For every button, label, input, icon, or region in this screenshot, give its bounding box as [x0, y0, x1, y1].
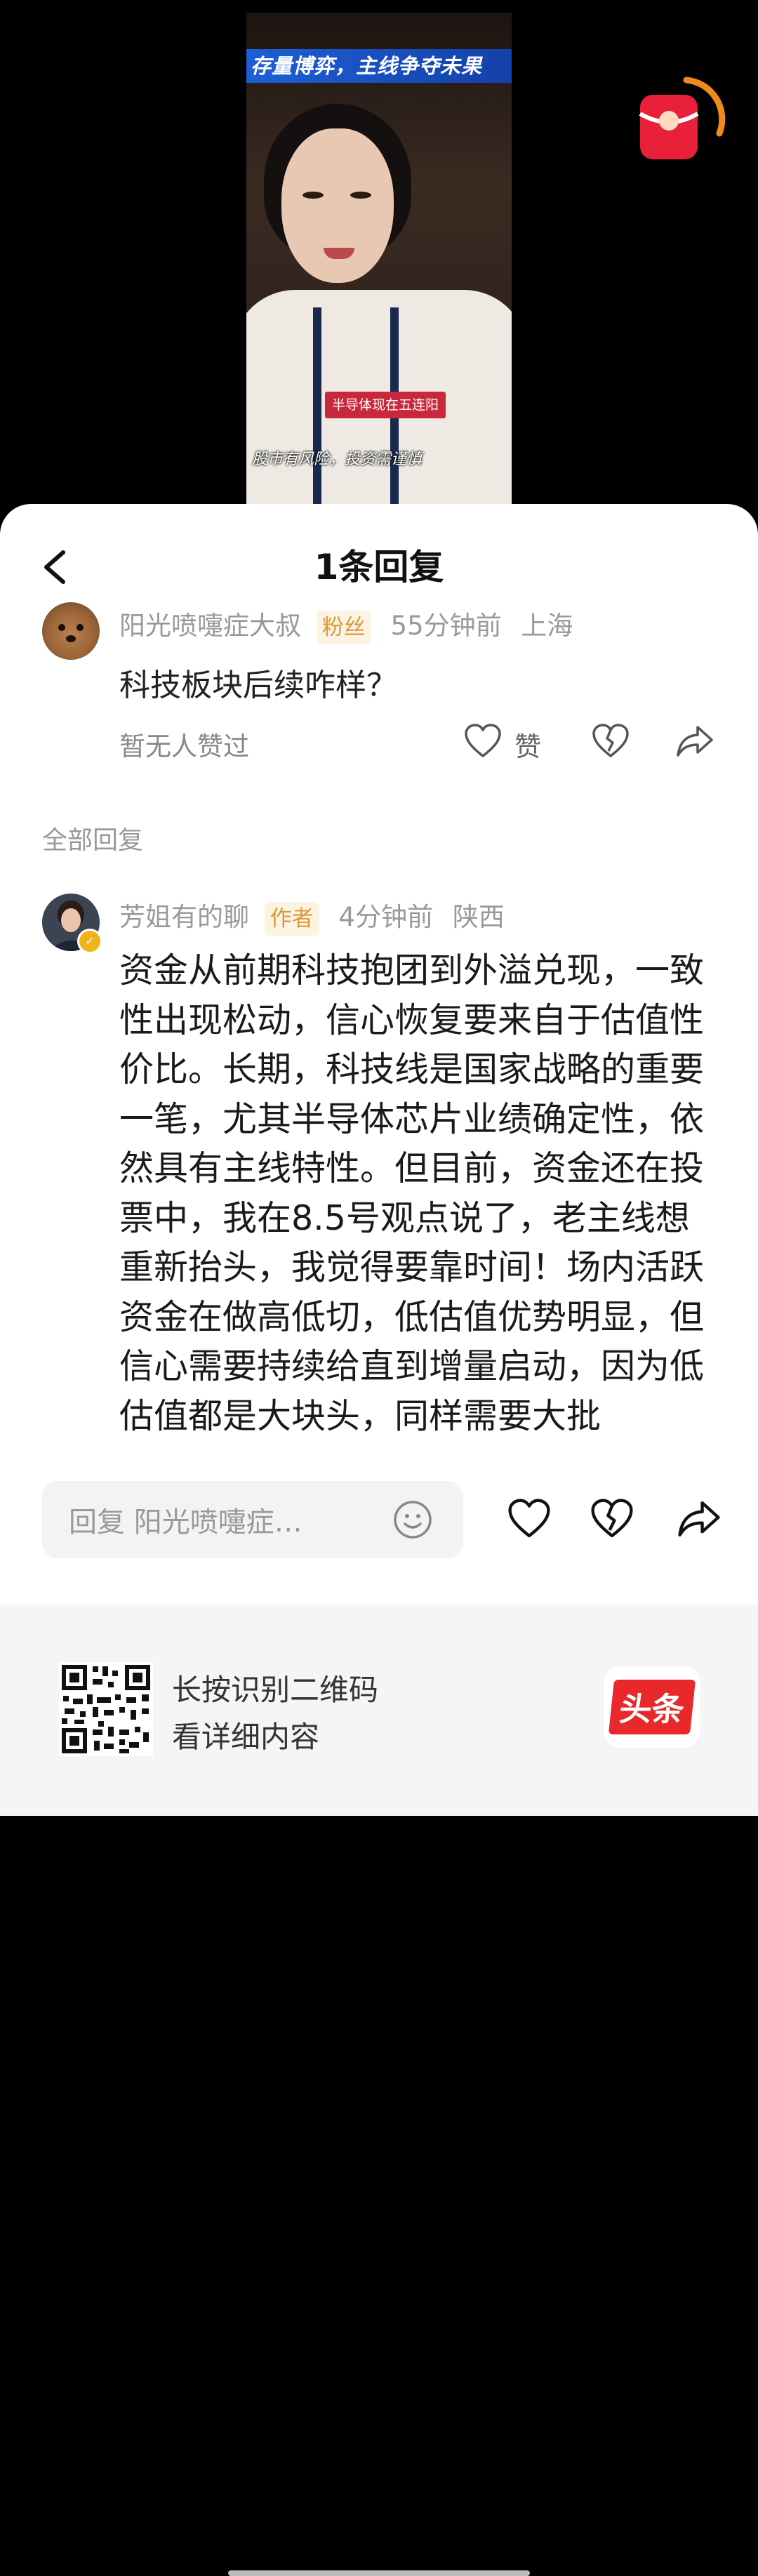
avatar[interactable]: ✓ — [42, 894, 102, 954]
video-player[interactable]: 存量博弈，主线争夺未果 半导体现在五连阳 股市有风险，投资需谨慎 — [0, 0, 758, 533]
avatar[interactable] — [42, 602, 100, 660]
comment-time: 55分钟前 — [390, 611, 502, 641]
home-indicator — [228, 2570, 530, 2576]
username[interactable]: 芳姐有的聊 — [119, 902, 249, 932]
all-replies-label: 全部回复 — [42, 826, 144, 855]
qr-instruction: 长按识别二维码 — [172, 1673, 379, 1707]
qr-code-icon[interactable] — [59, 1662, 153, 1756]
like-status: 暂无人赞过 — [119, 731, 249, 762]
video-frame[interactable]: 存量博弈，主线争夺未果 半导体现在五连阳 股市有风险，投资需谨慎 — [246, 13, 512, 504]
reply-placeholder: 回复 阳光喷嚏症… — [69, 1506, 302, 1539]
like-label[interactable]: 赞 — [514, 725, 541, 764]
reply-sheet: 1条回复 阳光喷嚏症大叔 粉丝 55分钟前 上海 科技板块后续咋样？ 暂无人赞过… — [0, 504, 758, 2576]
fan-badge: 粉丝 — [316, 611, 371, 644]
comment-location: 上海 — [521, 611, 573, 641]
reply-time: 4分钟前 — [338, 902, 434, 932]
toutiao-logo: 头条 — [604, 1666, 700, 1748]
parent-comment-text: 科技板块后续咋样？ — [119, 668, 397, 703]
broken-heart-icon[interactable] — [590, 1498, 634, 1540]
emoji-icon[interactable] — [392, 1499, 434, 1541]
emoji-button[interactable] — [392, 1499, 434, 1541]
username[interactable]: 阳光喷嚏症大叔 — [119, 611, 301, 641]
dislike-button[interactable] — [590, 1498, 634, 1543]
reply-bar: 回复 阳光喷嚏症… — [0, 1481, 758, 2576]
author-badge: 作者 — [264, 902, 319, 936]
share-footer: 长按识别二维码 看详细内容 头条 — [0, 1605, 758, 1816]
video-tag: 半导体现在五连阳 — [325, 392, 446, 418]
like-button[interactable] — [463, 723, 503, 762]
like-button[interactable] — [507, 1498, 552, 1543]
video-caption: 股市有风险，投资需谨慎 — [252, 451, 423, 468]
share-icon[interactable] — [675, 723, 714, 759]
parent-comment-header: 阳光喷嚏症大叔 粉丝 55分钟前 上海 — [119, 604, 573, 644]
broken-heart-icon[interactable] — [591, 723, 630, 759]
share-button[interactable] — [677, 1498, 722, 1543]
reply-location: 陕西 — [452, 902, 505, 932]
heart-icon[interactable] — [463, 723, 503, 759]
qr-subtext: 看详细内容 — [172, 1720, 320, 1754]
red-packet-icon[interactable] — [632, 70, 730, 168]
reply-input[interactable]: 回复 阳光喷嚏症… — [42, 1481, 463, 1558]
share-button[interactable] — [675, 723, 714, 762]
reply-text: 资金从前期科技抱团到外溢兑现，一致性出现松动，信心恢复要来自于估值性价比。长期，… — [119, 950, 705, 1436]
share-icon[interactable] — [677, 1498, 722, 1540]
video-banner-title: 存量博弈，主线争夺未果 — [246, 49, 512, 83]
brand-logo-text: 头条 — [608, 1680, 696, 1734]
reply-header: 芳姐有的聊 作者 4分钟前 陕西 — [119, 896, 505, 936]
dislike-button[interactable] — [591, 723, 630, 762]
verified-icon: ✓ — [77, 929, 102, 954]
sheet-title: 1条回复 — [314, 547, 444, 587]
heart-icon[interactable] — [507, 1498, 552, 1540]
